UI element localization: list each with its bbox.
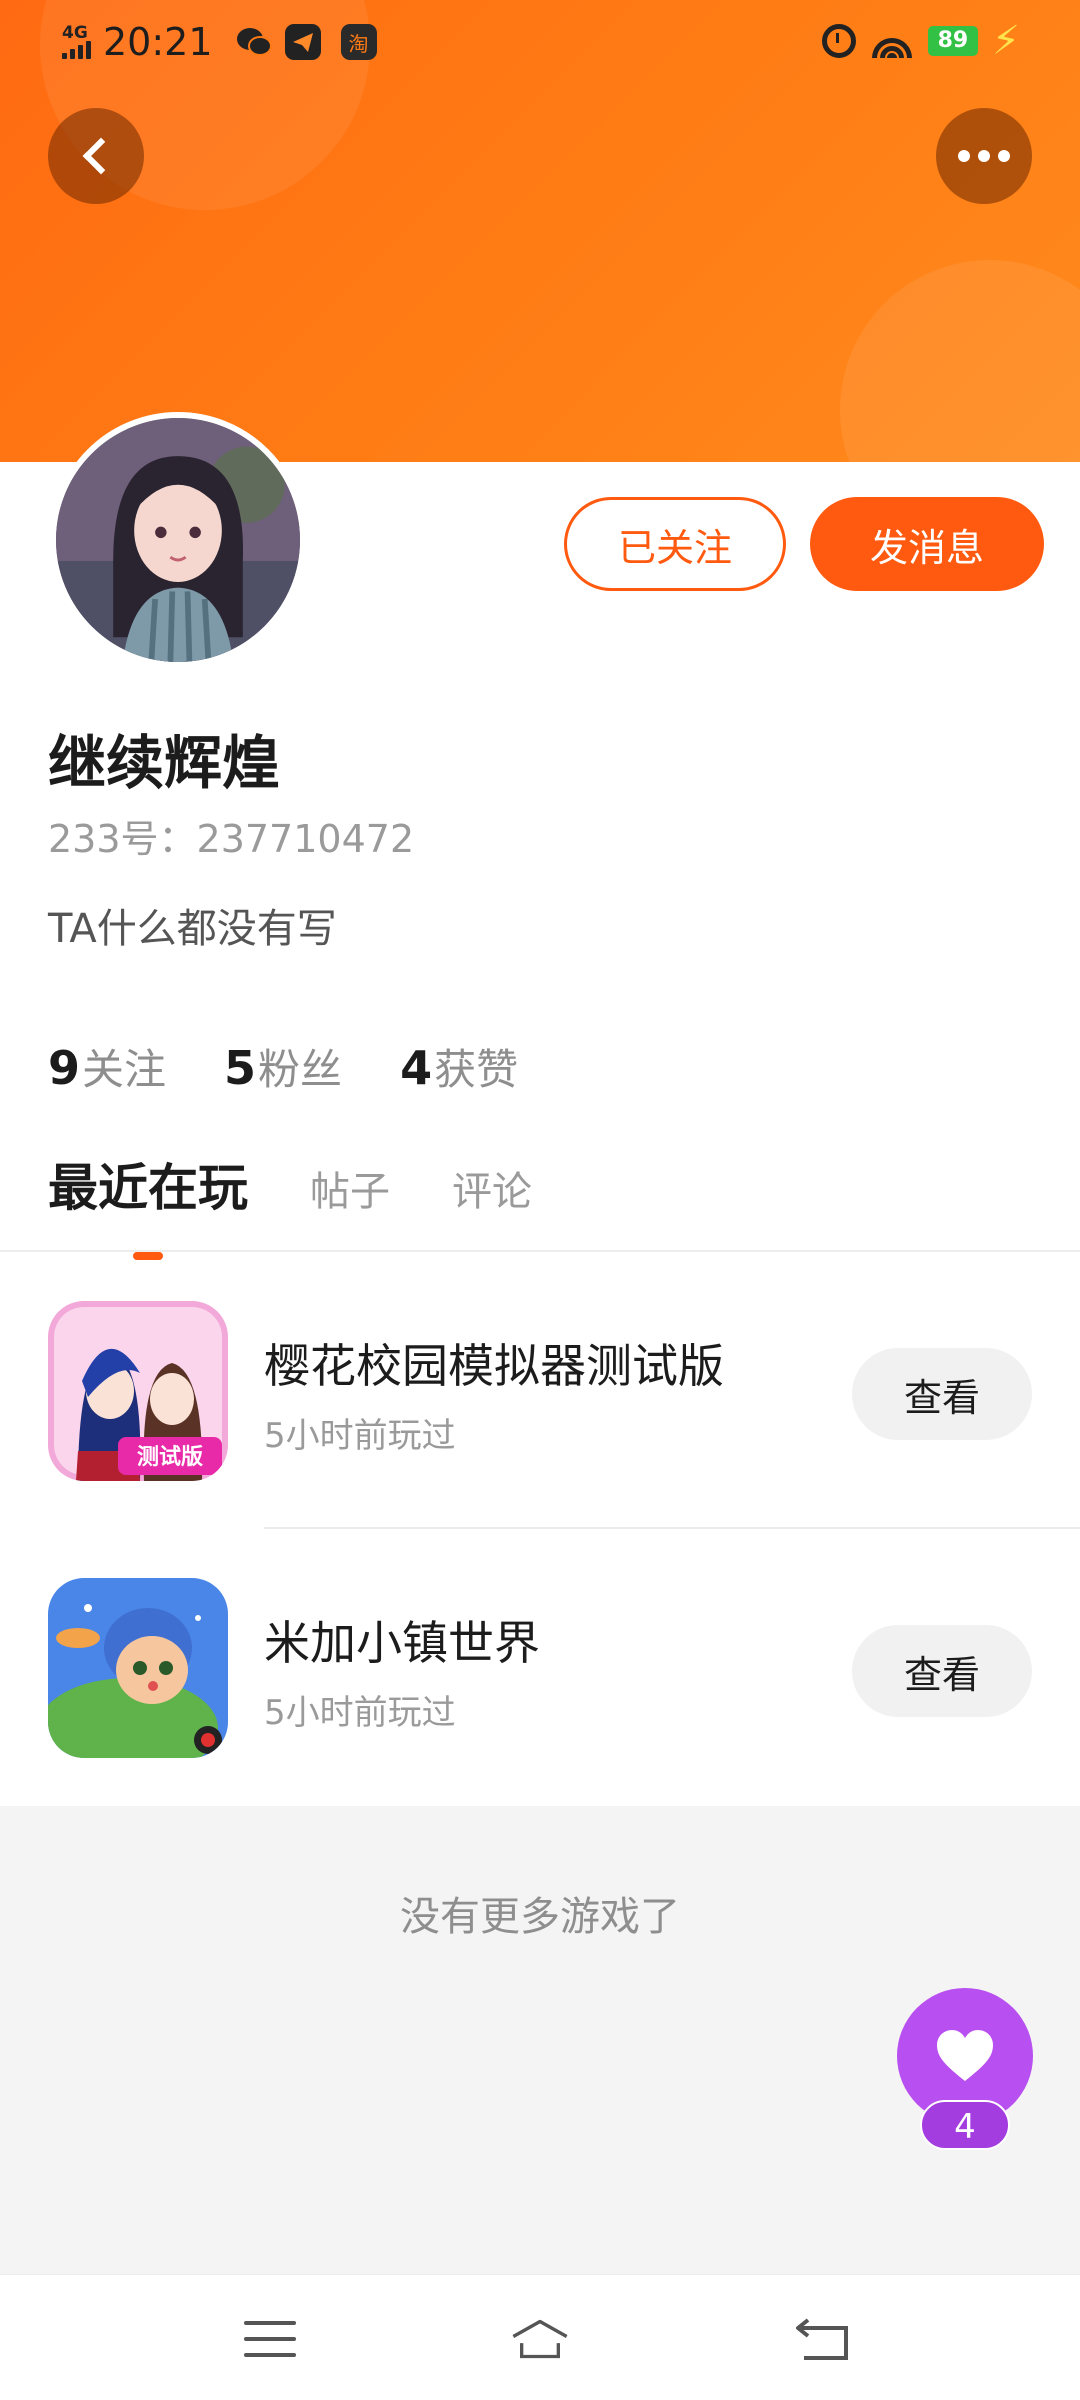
battery-indicator: 89 [927,26,978,56]
status-time: 20:21 [103,20,213,64]
avatar-image [56,418,300,662]
like-count-badge: 4 [920,2100,1010,2150]
wifi-icon [870,24,914,58]
stat-number: 4 [400,1041,433,1095]
back-button[interactable] [48,108,144,204]
home-icon [512,2319,568,2359]
tab-posts[interactable]: 帖子 [310,1159,390,1217]
tab-comments[interactable]: 评论 [452,1159,532,1217]
profile-stats: 9 关注 5 粉丝 4 获赞 [48,1036,518,1097]
game-title: 米加小镇世界 [264,1616,540,1670]
signal-icon: 4G [62,25,91,59]
menu-icon [244,2321,296,2357]
charging-icon: ⚡ [991,18,1020,64]
tab-recently-played[interactable]: 最近在玩 [48,1148,248,1220]
game-last-played: 5小时前玩过 [264,1416,456,1456]
game-icon-miga [48,1578,228,1758]
nav-back-button[interactable] [793,2309,853,2369]
game-list-item[interactable]: 测试版 樱花校园模拟器测试版 5小时前玩过 查看 [0,1252,1080,1530]
view-game-button[interactable]: 查看 [852,1625,1032,1717]
avatar[interactable] [50,412,306,668]
heart-icon [937,2030,993,2081]
stat-likes[interactable]: 4 获赞 [400,1036,518,1097]
username: 继续辉煌 [48,729,281,797]
stat-fans[interactable]: 5 粉丝 [224,1036,342,1097]
nav-home-button[interactable] [510,2309,570,2369]
more-button[interactable] [936,108,1032,204]
send-message-button[interactable]: 发消息 [810,497,1044,591]
taobao-icon: 淘 [340,24,377,60]
banner-decoration [840,260,1080,462]
wechat-icon [236,28,272,56]
profile-banner: 4G 20:21 淘 89 ⚡ [0,0,1080,462]
game-title: 樱花校园模拟器测试版 [264,1339,724,1393]
return-icon [796,2318,848,2360]
no-more-games-text: 没有更多游戏了 [400,1894,680,1940]
stat-number: 5 [224,1041,257,1095]
stat-label: 关注 [82,1045,167,1094]
system-nav-bar [0,2274,1080,2400]
stat-following[interactable]: 9 关注 [48,1036,166,1097]
stat-number: 9 [48,1041,81,1095]
user-bio: TA什么都没有写 [48,906,337,952]
nav-menu-button[interactable] [240,2309,300,2369]
stat-label: 粉丝 [258,1045,343,1094]
game-icon-sakura: 测试版 [48,1301,228,1481]
stat-label: 获赞 [434,1045,519,1094]
game-last-played: 5小时前玩过 [264,1693,456,1733]
alarm-icon [821,24,856,58]
status-bar: 4G 20:21 淘 89 ⚡ [0,0,1080,84]
user-id: 233号：237710472 [48,817,415,861]
view-game-button[interactable]: 查看 [852,1348,1032,1440]
telegram-icon [284,24,321,60]
more-dots-icon [958,150,1010,162]
profile-tabs: 最近在玩 帖子 评论 [48,1148,532,1220]
icon-badge-text: 测试版 [137,1445,203,1470]
following-button[interactable]: 已关注 [564,497,786,591]
game-list-item[interactable]: 米加小镇世界 5小时前玩过 查看 [0,1529,1080,1807]
chevron-left-icon [82,137,120,175]
